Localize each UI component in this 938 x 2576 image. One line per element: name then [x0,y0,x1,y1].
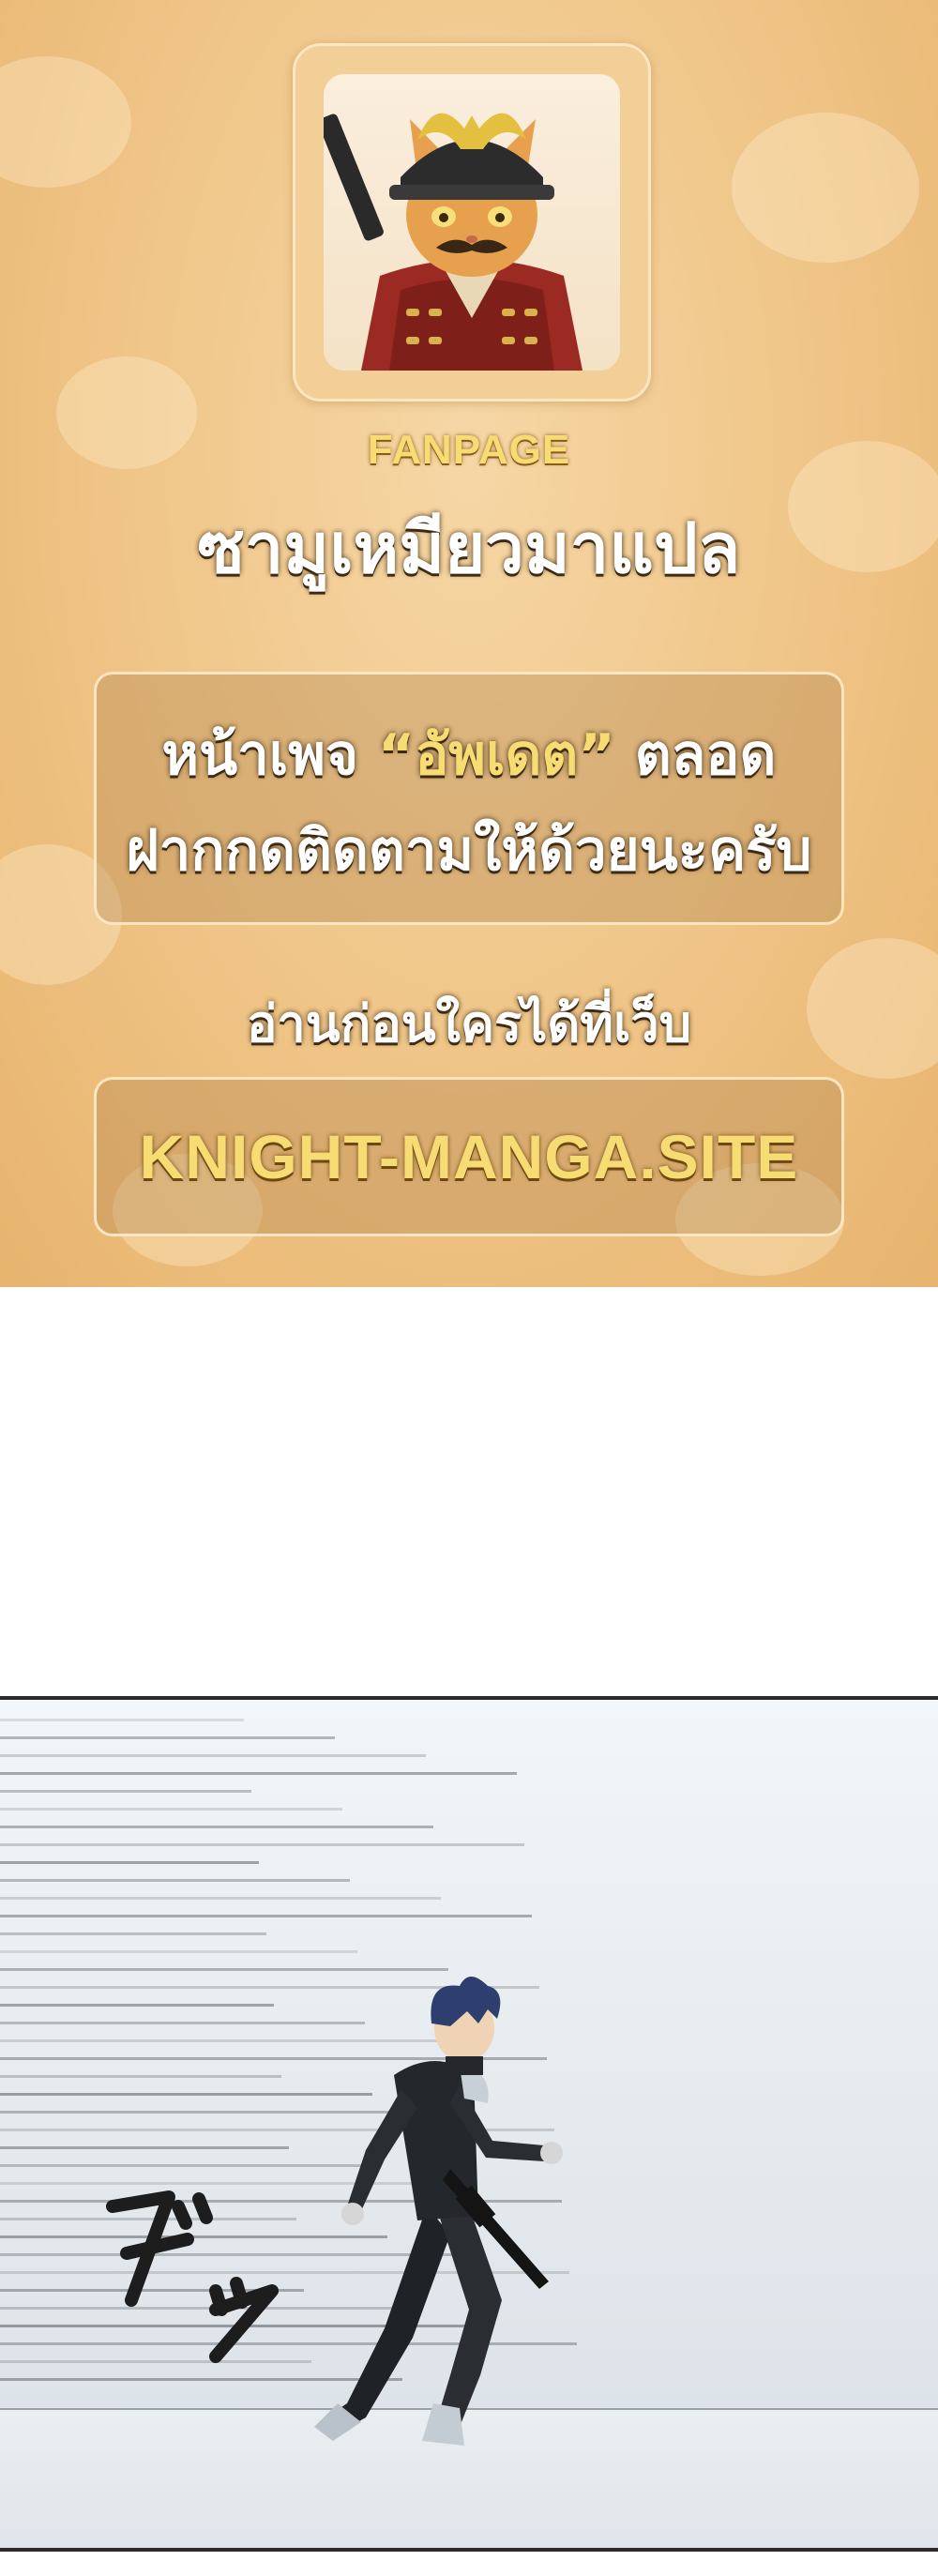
speed-line [0,1772,517,1775]
page-name: ซามูเหมียวมาแปล [197,508,741,589]
running-soldier-figure [314,1977,563,2446]
paw-decoration [0,56,131,188]
fanpage-logo[interactable] [293,43,651,402]
notice-text: ตลอด [614,722,777,788]
speed-line [0,1736,335,1739]
notice-line-2: ฝากกดติดตามให้ด้วยนะครับ [126,818,812,884]
speed-line [0,1915,532,1917]
paw-decoration [732,113,919,263]
samurai-cat-icon [324,113,582,371]
speed-line [0,1808,342,1811]
website-box[interactable]: KNIGHT-MANGA.SITE [94,1077,844,1236]
follow-notice-box: หน้าเพจ “อัพเดต” ตลอด ฝากกดติดตามให้ด้วย… [94,672,844,925]
read-first-text: อ่านก่อนใครได้ที่เว็บ [246,994,692,1053]
notice-line-1: หน้าเพจ “อัพเดต” ตลอด [97,710,841,799]
notice-text: หน้าเพจ [161,722,378,788]
speed-line [0,1843,524,1846]
speed-line [0,1719,244,1721]
speed-line [0,1861,259,1864]
update-highlight: “อัพเดต” [377,722,615,788]
speed-line [0,1879,350,1882]
speed-line [0,2004,274,2007]
speed-line [0,1932,266,1935]
promo-banner: FANPAGE ซามูเหมียวมาแปล หน้าเพจ “อัพเดต”… [0,0,938,1287]
speed-line [0,1790,251,1793]
website-link[interactable]: KNIGHT-MANGA.SITE [97,1121,841,1192]
speed-line [0,1754,426,1757]
comic-panel [0,1696,938,2552]
fanpage-label: FANPAGE [367,427,571,473]
speed-line [0,1897,441,1900]
speed-line [0,1826,433,1828]
